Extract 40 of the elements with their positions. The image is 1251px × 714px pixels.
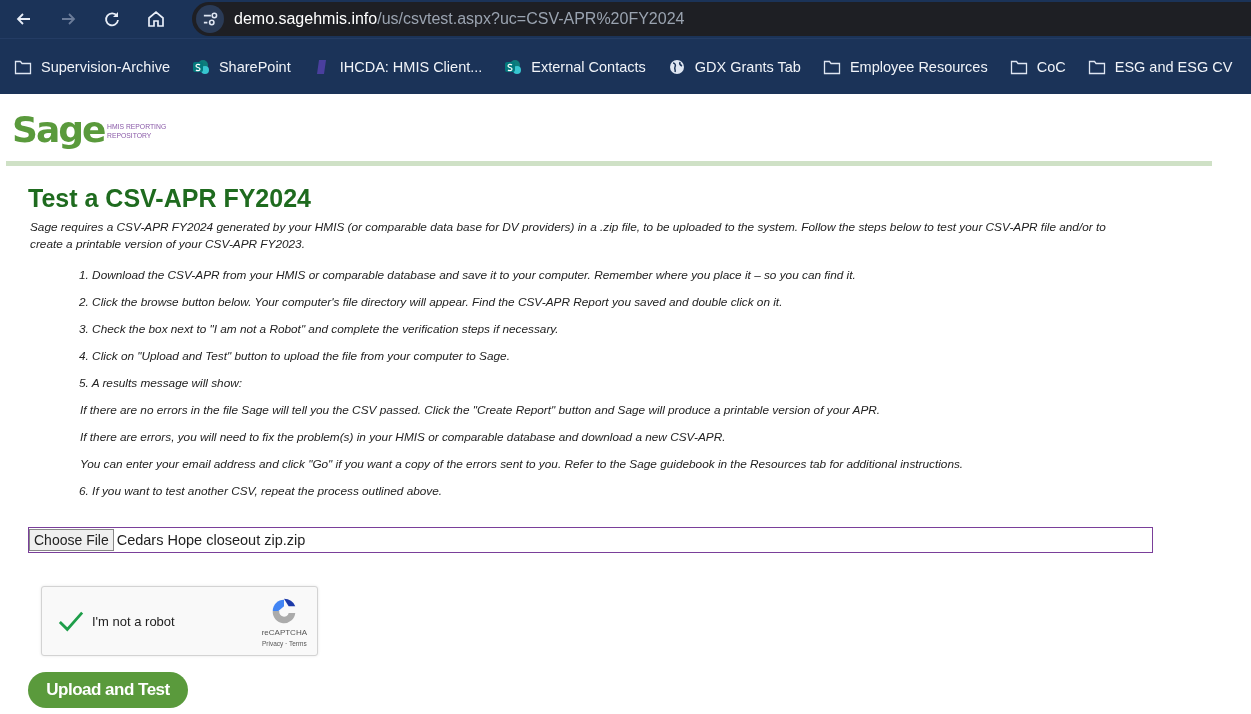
- step-item: 5. A results message will show:: [79, 375, 244, 392]
- checkmark-icon[interactable]: [58, 610, 84, 632]
- bookmark-item[interactable]: Employee Resources: [822, 58, 988, 75]
- folder-icon: [1087, 58, 1106, 75]
- sharepoint-icon: [191, 58, 210, 75]
- step-note: If there are errors, you will need to fix the problem(s) in your HMIS or comparable database and download a new CSV-APR.: [80, 429, 727, 446]
- folder-icon: [1009, 58, 1028, 75]
- intro-paragraph: Sage requires a CSV-APR FY2024 generated by your HMIS (or comparable data base for DV providers) in a .zip file, to be uploaded to the system. Follow the steps below to test your CSV-APR file and/or to create a printable version of your CSV-APR FY2023.: [30, 219, 1107, 253]
- folder-icon: [822, 58, 841, 75]
- bookmark-item[interactable]: GDX Grants Tab: [667, 58, 801, 75]
- step-item: 2. Click the browse button below. Your computer's file directory will appear. Find the CSV-APR Report you saved and double click on it.: [79, 294, 784, 311]
- bookmark-item[interactable]: IHCDA: HMIS Client...: [312, 58, 483, 75]
- bookmark-item[interactable]: External Contacts: [504, 58, 646, 75]
- bookmark-item[interactable]: SharePoint: [191, 58, 291, 75]
- bookmark-item[interactable]: CoC: [1009, 58, 1066, 75]
- step-item: 1. Download the CSV-APR from your HMIS or comparable database and save it to your computer. Remember where you place it – so you can find it.: [79, 267, 857, 284]
- url-host: demo.sagehmis.info: [234, 10, 378, 28]
- page-title: Test a CSV-APR FY2024: [28, 184, 312, 213]
- step-item: 3. Check the box next to "I am not a Robot" and complete the verification steps if necessary.: [79, 321, 560, 338]
- step-note: You can enter your email address and click "Go" if you want a copy of the errors sent to you. Refer to the Sage guidebook in the Resources tab for additional instructions.: [80, 456, 965, 473]
- logo-tagline: REPOSITORY: [107, 131, 153, 140]
- home-icon[interactable]: [146, 9, 166, 29]
- address-bar[interactable]: demo.sagehmis.info/us/csvtest.aspx?uc=CSV-APR%20FY2024: [192, 2, 1251, 36]
- url-path: /us/csvtest.aspx?uc=CSV-APR%20FY2024: [377, 10, 685, 28]
- logo-wordmark: Sage: [12, 108, 105, 150]
- globe-icon: [667, 58, 686, 75]
- bookmark-item[interactable]: Supervision-Archive: [14, 58, 170, 75]
- logo-tagline: HMIS REPORTING: [107, 122, 167, 131]
- file-input[interactable]: Choose File Cedars Hope closeout zip.zip: [28, 527, 1153, 553]
- captcha-label: I'm not a robot: [92, 613, 175, 629]
- file-name: Cedars Hope closeout zip.zip: [116, 532, 306, 548]
- step-note: If there are no errors in the file Sage will tell you the CSV passed. Click the "Create Report" button and Sage will produce a printable version of your APR.: [80, 402, 882, 419]
- step-item: 6. If you want to test another CSV, repeat the process outlined above.: [79, 483, 444, 500]
- sharepoint-icon: [504, 58, 523, 75]
- bookmark-item[interactable]: ESG and ESG CV: [1087, 58, 1233, 75]
- step-item: 4. Click on "Upload and Test" button to upload the file from your computer to Sage.: [79, 348, 511, 365]
- recaptcha-label: reCAPTCHA: [261, 627, 307, 637]
- choose-file-button[interactable]: Choose File: [29, 529, 114, 551]
- site-settings-icon[interactable]: [196, 5, 224, 33]
- folder-icon: [14, 58, 32, 75]
